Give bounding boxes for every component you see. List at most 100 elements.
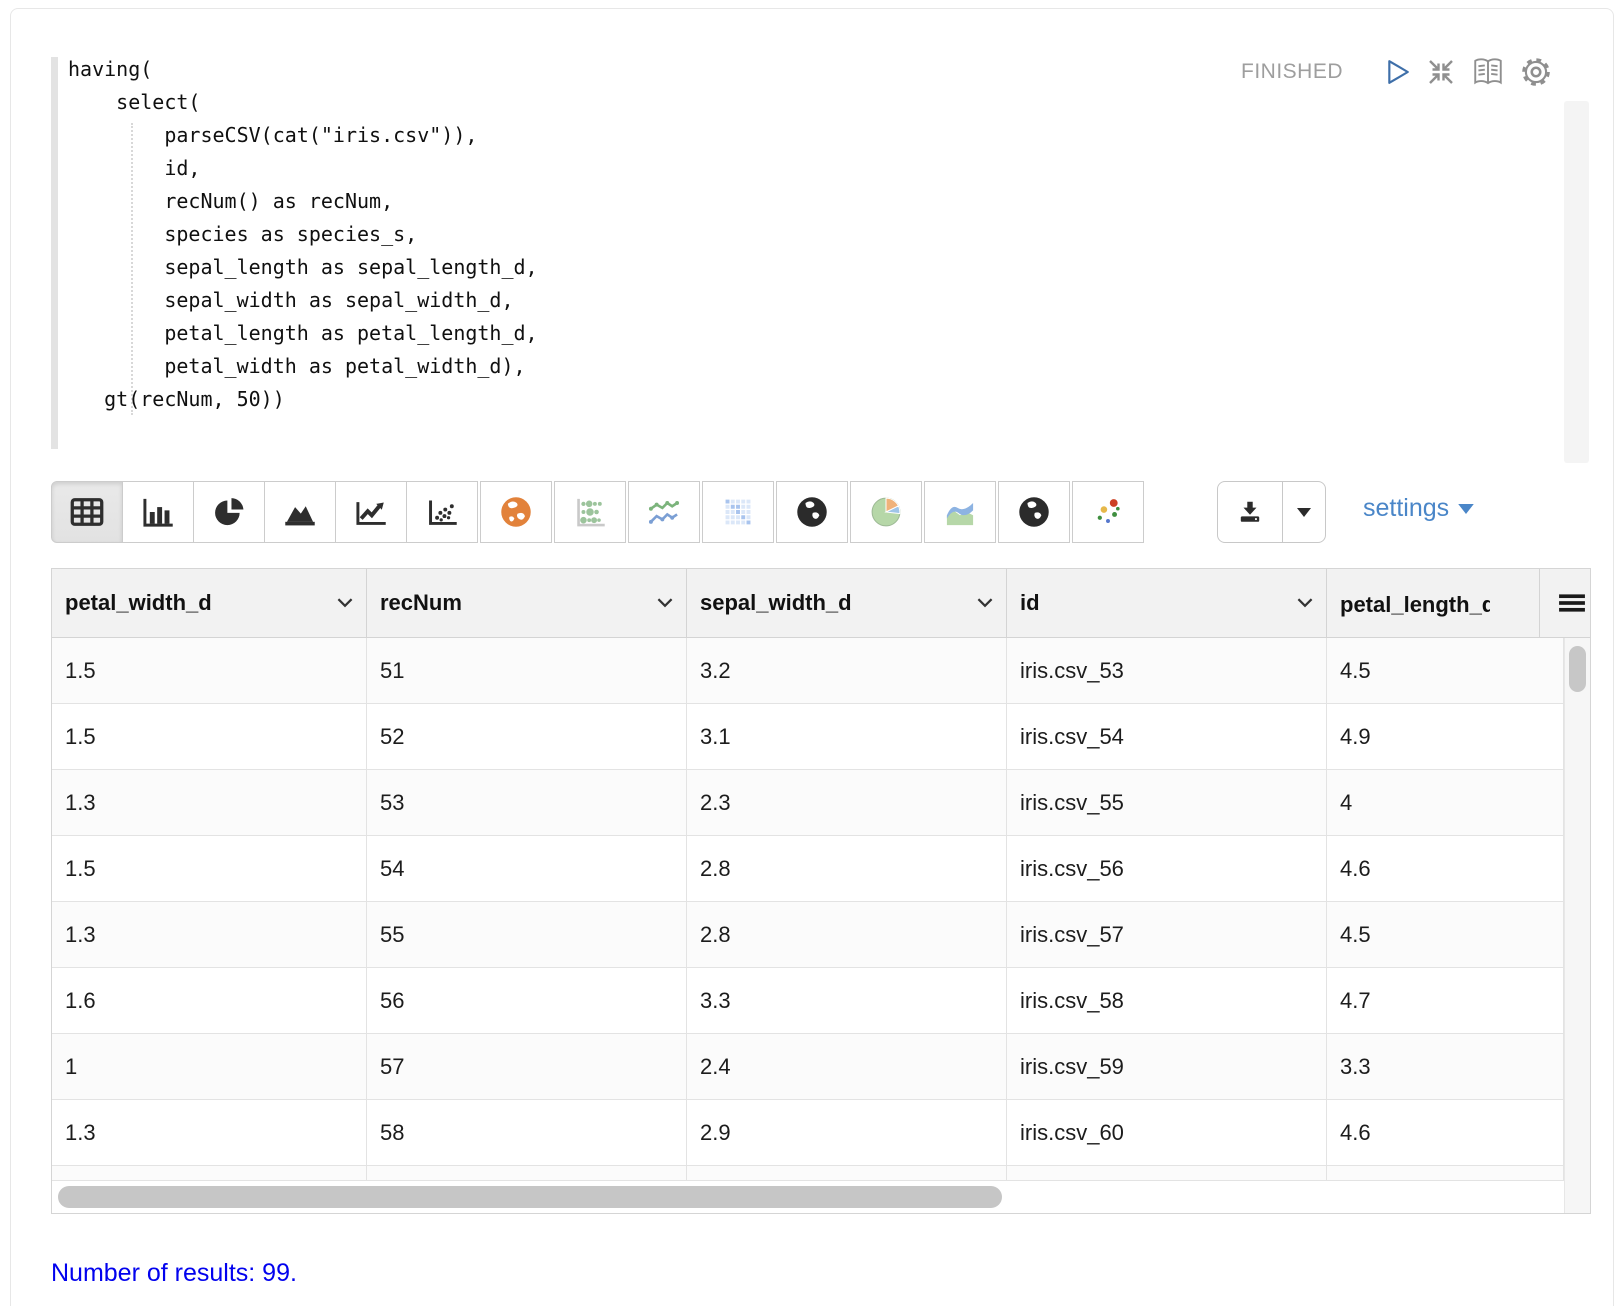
table-cell: 4: [1327, 770, 1564, 836]
book-icon: [1471, 56, 1505, 88]
viz-pie-color-button[interactable]: [850, 481, 922, 543]
table-cell: 1.5: [52, 638, 367, 704]
download-button[interactable]: [1217, 481, 1283, 543]
horizontal-scrollbar-thumb[interactable]: [58, 1186, 1002, 1208]
download-options-caret-button[interactable]: [1282, 481, 1326, 543]
viz-pie-chart-button[interactable]: [193, 481, 265, 543]
table-cell: 55: [367, 902, 687, 968]
scatter-chart-icon: [424, 495, 460, 529]
viz-map-orange-button[interactable]: [480, 481, 552, 543]
table-cell: iris.csv_54: [1007, 704, 1327, 770]
table-cell: [1007, 1166, 1327, 1181]
viz-multi-line-button[interactable]: [628, 481, 700, 543]
chart-type-group: [51, 481, 478, 543]
table-cell: 1: [52, 1034, 367, 1100]
viz-map-dark2-button[interactable]: [998, 481, 1070, 543]
viz-bubble-grid-button[interactable]: [554, 481, 626, 543]
table-cell: iris.csv_60: [1007, 1100, 1327, 1166]
column-label: petal_width_d: [65, 590, 212, 615]
status-badge: FINISHED: [1241, 60, 1343, 84]
table-cell: [52, 1166, 367, 1181]
editor-scrollbar[interactable]: [1564, 101, 1589, 463]
table-cell: 3.3: [1327, 1034, 1564, 1100]
pie-color-icon: [868, 494, 904, 530]
collapse-editor-button[interactable]: [1425, 55, 1457, 89]
compress-icon: [1425, 56, 1457, 88]
table-cell: 2.9: [687, 1100, 1007, 1166]
area-chart-icon: [282, 495, 318, 529]
table-cell: iris.csv_59: [1007, 1034, 1327, 1100]
chevron-down-icon[interactable]: [1296, 597, 1314, 608]
settings-label: settings: [1363, 494, 1449, 523]
chevron-down-icon[interactable]: [336, 597, 354, 608]
table-cell: 57: [367, 1034, 687, 1100]
table-cell: iris.csv_58: [1007, 968, 1327, 1034]
column-header-sepal-width[interactable]: sepal_width_d: [687, 569, 1007, 637]
table-cell: iris.csv_56: [1007, 836, 1327, 902]
viz-table-button[interactable]: [51, 481, 123, 543]
table-cell: 1.3: [52, 1100, 367, 1166]
bar-chart-icon: [140, 495, 176, 529]
scatter-color-icon: [1090, 494, 1126, 530]
table-cell: iris.csv_55: [1007, 770, 1327, 836]
paragraph-settings-button[interactable]: [1519, 55, 1553, 89]
column-header-petal-width[interactable]: petal_width_d: [52, 569, 367, 637]
column-label: recNum: [380, 590, 462, 615]
multi-line-icon: [646, 494, 682, 530]
table-cell: 2.3: [687, 770, 1007, 836]
results-count: Number of results: 99.: [51, 1259, 297, 1288]
line-chart-icon: [353, 495, 389, 529]
table-cell: 1.6: [52, 968, 367, 1034]
hamburger-menu-icon: [1558, 592, 1586, 614]
table-row: 1.5 51 3.2 iris.csv_53 4.5: [52, 638, 1590, 704]
viz-scatter-chart-button[interactable]: [406, 481, 478, 543]
table-cell: 53: [367, 770, 687, 836]
settings-dropdown[interactable]: settings: [1363, 494, 1474, 523]
table-cell: 4.9: [1327, 704, 1564, 770]
table-cell: 1.3: [52, 770, 367, 836]
column-label: id: [1020, 590, 1040, 615]
table-cell: 4.6: [1327, 1100, 1564, 1166]
table-cell: 4.5: [1327, 902, 1564, 968]
table-icon: [69, 495, 105, 529]
table-row: 1.5 52 3.1 iris.csv_54 4.9: [52, 704, 1590, 770]
viz-area-color-button[interactable]: [924, 481, 996, 543]
table-menu-button[interactable]: [1540, 569, 1590, 637]
vertical-scrollbar-thumb[interactable]: [1569, 646, 1586, 692]
viz-bar-chart-button[interactable]: [122, 481, 194, 543]
pie-chart-icon: [211, 495, 247, 529]
column-header-petal-length[interactable]: petal_length_d: [1327, 569, 1540, 637]
column-header-recnum[interactable]: recNum: [367, 569, 687, 637]
table-cell: 3.3: [687, 968, 1007, 1034]
table-cell: [1327, 1166, 1564, 1181]
table-cell: 51: [367, 638, 687, 704]
table-cell: 2.8: [687, 902, 1007, 968]
table-row-partial: [52, 1166, 1590, 1181]
show-output-button[interactable]: [1471, 55, 1505, 89]
viz-heatmap-button[interactable]: [702, 481, 774, 543]
table-cell: 3.2: [687, 638, 1007, 704]
table-cell: 1.5: [52, 704, 367, 770]
vertical-scrollbar: [1564, 638, 1590, 1213]
caret-down-icon: [1297, 508, 1311, 517]
run-button[interactable]: [1385, 55, 1411, 89]
table-cell: [687, 1166, 1007, 1181]
viz-map-dark-button[interactable]: [776, 481, 848, 543]
gear-icon: [1519, 55, 1553, 89]
table-cell: 54: [367, 836, 687, 902]
viz-line-chart-button[interactable]: [335, 481, 407, 543]
area-color-icon: [942, 494, 978, 530]
table-cell: 2.4: [687, 1034, 1007, 1100]
table-cell: 56: [367, 968, 687, 1034]
viz-scatter-color-button[interactable]: [1072, 481, 1144, 543]
table-cell: 52: [367, 704, 687, 770]
chevron-down-icon[interactable]: [656, 597, 674, 608]
column-header-id[interactable]: id: [1007, 569, 1327, 637]
code-editor[interactable]: having( select( parseCSV(cat("iris.csv")…: [51, 53, 1591, 461]
paragraph-card: having( select( parseCSV(cat("iris.csv")…: [10, 8, 1614, 1306]
code-text[interactable]: having( select( parseCSV(cat("iris.csv")…: [68, 53, 538, 416]
chevron-down-icon[interactable]: [976, 597, 994, 608]
viz-area-chart-button[interactable]: [264, 481, 336, 543]
download-split-button: [1217, 481, 1326, 543]
horizontal-scrollbar: [52, 1181, 1590, 1213]
